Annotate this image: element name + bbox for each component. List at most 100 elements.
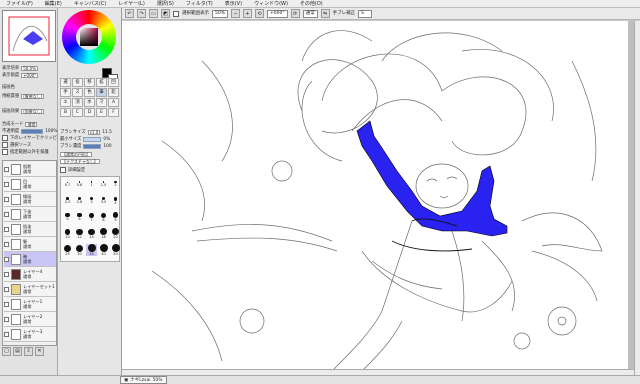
tool-button[interactable]: 移 bbox=[84, 78, 95, 87]
layer-row[interactable]: 下塗 通常 bbox=[4, 207, 56, 222]
brush-size-cell[interactable]: 4 bbox=[110, 195, 121, 207]
menu-item[interactable]: ファイル(F) bbox=[0, 0, 39, 8]
brush-size-cell[interactable]: 0.7 bbox=[62, 178, 73, 190]
vertical-scrollbar[interactable] bbox=[634, 21, 640, 375]
tool-button[interactable]: F bbox=[108, 108, 119, 117]
detail-toggle[interactable] bbox=[60, 167, 66, 173]
visibility-icon[interactable] bbox=[4, 226, 9, 232]
layer-row[interactable]: レイヤー4 通常 bbox=[4, 267, 56, 282]
protect-alpha-checkbox[interactable] bbox=[2, 149, 8, 155]
brush-size-cell[interactable]: 10 bbox=[62, 228, 73, 240]
brush-size-cell[interactable]: 30 bbox=[74, 244, 85, 256]
nav-zoom-value[interactable]: 50.0% bbox=[21, 65, 38, 71]
rotate-left-icon[interactable]: ⟲ bbox=[255, 9, 265, 18]
tool-button[interactable]: C bbox=[72, 108, 83, 117]
texture-select[interactable]: (質感なし) bbox=[21, 93, 45, 99]
brush-size-cell[interactable]: 40 bbox=[98, 244, 109, 256]
rotate-right-icon[interactable]: ⟳ bbox=[290, 9, 300, 18]
canvas-area[interactable] bbox=[122, 21, 634, 375]
visibility-icon[interactable] bbox=[4, 256, 9, 262]
brush-shape-select[interactable]: 【通常の円形】 bbox=[60, 151, 92, 157]
menu-item[interactable]: その他(O) bbox=[294, 0, 329, 8]
brush-texture-select[interactable]: 【テクスチャなし】 bbox=[60, 158, 100, 164]
visibility-icon[interactable] bbox=[4, 286, 9, 292]
menu-item[interactable]: 選択(S) bbox=[151, 0, 180, 8]
document-tab[interactable]: ▣ ナギLzsai 50% bbox=[120, 376, 167, 384]
visibility-icon[interactable] bbox=[4, 241, 9, 247]
visibility-icon[interactable] bbox=[4, 166, 9, 172]
zoom-field[interactable]: 50% bbox=[212, 9, 229, 18]
brush-size-cell[interactable]: 1 bbox=[86, 178, 97, 190]
brush-size-multiplier[interactable]: x1.0 bbox=[87, 129, 101, 135]
menu-item[interactable]: ウィンドウ(W) bbox=[248, 0, 294, 8]
angle-field[interactable]: +000° bbox=[267, 9, 288, 18]
brush-size-cell[interactable]: 9 bbox=[110, 211, 121, 223]
tool-button[interactable]: D bbox=[84, 108, 95, 117]
nav-angle-value[interactable]: +000° bbox=[21, 72, 39, 78]
saturation-value-square[interactable] bbox=[80, 28, 98, 46]
redo-icon[interactable]: ↷ bbox=[137, 9, 146, 18]
undo-icon[interactable]: ↶ bbox=[125, 9, 134, 18]
opacity-slider[interactable] bbox=[21, 128, 44, 134]
mode-select[interactable]: 通常 bbox=[302, 9, 318, 18]
tool-button[interactable]: B bbox=[60, 108, 71, 117]
menu-item[interactable]: 表示(V) bbox=[219, 0, 248, 8]
layer-row[interactable]: 袖通常 bbox=[4, 252, 56, 267]
brush-size-cell[interactable]: 12 bbox=[74, 228, 85, 240]
tool-button[interactable]: ス bbox=[72, 88, 83, 97]
menu-item[interactable]: 編集(E) bbox=[39, 0, 68, 8]
invert-selection-icon[interactable]: ◩ bbox=[161, 9, 170, 18]
tool-button[interactable]: 投 bbox=[72, 78, 83, 87]
menu-item[interactable]: フィルタ(T) bbox=[180, 0, 219, 8]
tool-button[interactable]: 消 bbox=[72, 98, 83, 107]
brush-size-cell[interactable]: 6 bbox=[74, 211, 85, 223]
navigator-thumbnail[interactable] bbox=[2, 10, 56, 62]
brush-size-cell[interactable]: 2.6 bbox=[74, 195, 85, 207]
source-checkbox[interactable] bbox=[2, 142, 8, 148]
brush-size-cell[interactable]: 2.3 bbox=[62, 195, 73, 207]
brush-size-cell[interactable]: 3.5 bbox=[98, 195, 109, 207]
drawing-canvas[interactable] bbox=[122, 21, 628, 372]
visibility-icon[interactable] bbox=[4, 271, 9, 277]
visibility-icon[interactable] bbox=[4, 181, 9, 187]
layer-row[interactable]: レイヤーセット1 通常 bbox=[4, 282, 56, 297]
flip-icon[interactable]: ⇋ bbox=[320, 9, 330, 18]
layer-row[interactable]: レイヤー2 通常 bbox=[4, 312, 56, 327]
zoom-out-icon[interactable]: − bbox=[231, 9, 241, 18]
stabilizer-select[interactable]: S bbox=[358, 9, 373, 18]
tool-button[interactable]: 水 bbox=[84, 98, 95, 107]
brush-size-cell[interactable]: 25 bbox=[62, 244, 73, 256]
new-layer-icon[interactable]: ▢ bbox=[2, 346, 11, 356]
layer-row[interactable]: 目通常 bbox=[4, 177, 56, 192]
brush-size-cell[interactable]: 5 bbox=[62, 211, 73, 223]
tool-button[interactable]: 鉛 bbox=[108, 88, 119, 97]
brush-size-cell[interactable]: 1.5 bbox=[98, 178, 109, 190]
brush-size-cell[interactable]: 14 bbox=[86, 228, 97, 240]
delete-layer-icon[interactable]: ✕ bbox=[35, 346, 44, 356]
layer-row[interactable]: 肌影 通常 bbox=[4, 162, 56, 177]
tool-button[interactable]: 回 bbox=[108, 78, 119, 87]
tool-button[interactable]: エ bbox=[60, 98, 71, 107]
tool-button[interactable]: 手 bbox=[60, 88, 71, 97]
visibility-icon[interactable] bbox=[4, 301, 9, 307]
visibility-icon[interactable] bbox=[4, 331, 9, 337]
visibility-icon[interactable] bbox=[4, 211, 9, 217]
brush-size-cell[interactable]: 8 bbox=[98, 211, 109, 223]
layer-row[interactable]: 線画 通常 bbox=[4, 192, 56, 207]
clipping-checkbox[interactable] bbox=[2, 135, 8, 141]
layer-row[interactable]: レイヤー3 通常 bbox=[4, 327, 56, 342]
brush-size-cell[interactable]: 20 bbox=[110, 228, 121, 240]
tool-button[interactable]: A bbox=[108, 98, 119, 107]
tool-button[interactable]: 色 bbox=[84, 88, 95, 97]
brush-size-cell[interactable]: 2 bbox=[110, 178, 121, 190]
tool-button[interactable]: 拡 bbox=[96, 78, 107, 87]
menu-item[interactable]: レイヤー(L) bbox=[112, 0, 151, 8]
brush-size-cell[interactable]: 50 bbox=[110, 244, 121, 256]
min-size-slider[interactable] bbox=[83, 136, 102, 142]
tool-button[interactable]: 筆 bbox=[96, 88, 107, 97]
brush-size-cell[interactable]: 3 bbox=[86, 195, 97, 207]
brush-size-cell[interactable]: 35 bbox=[86, 244, 97, 257]
layer-row[interactable]: レイヤー1 通常 bbox=[4, 297, 56, 312]
brush-size-cell[interactable]: 0.8 bbox=[74, 178, 85, 190]
tool-button[interactable]: E bbox=[96, 108, 107, 117]
